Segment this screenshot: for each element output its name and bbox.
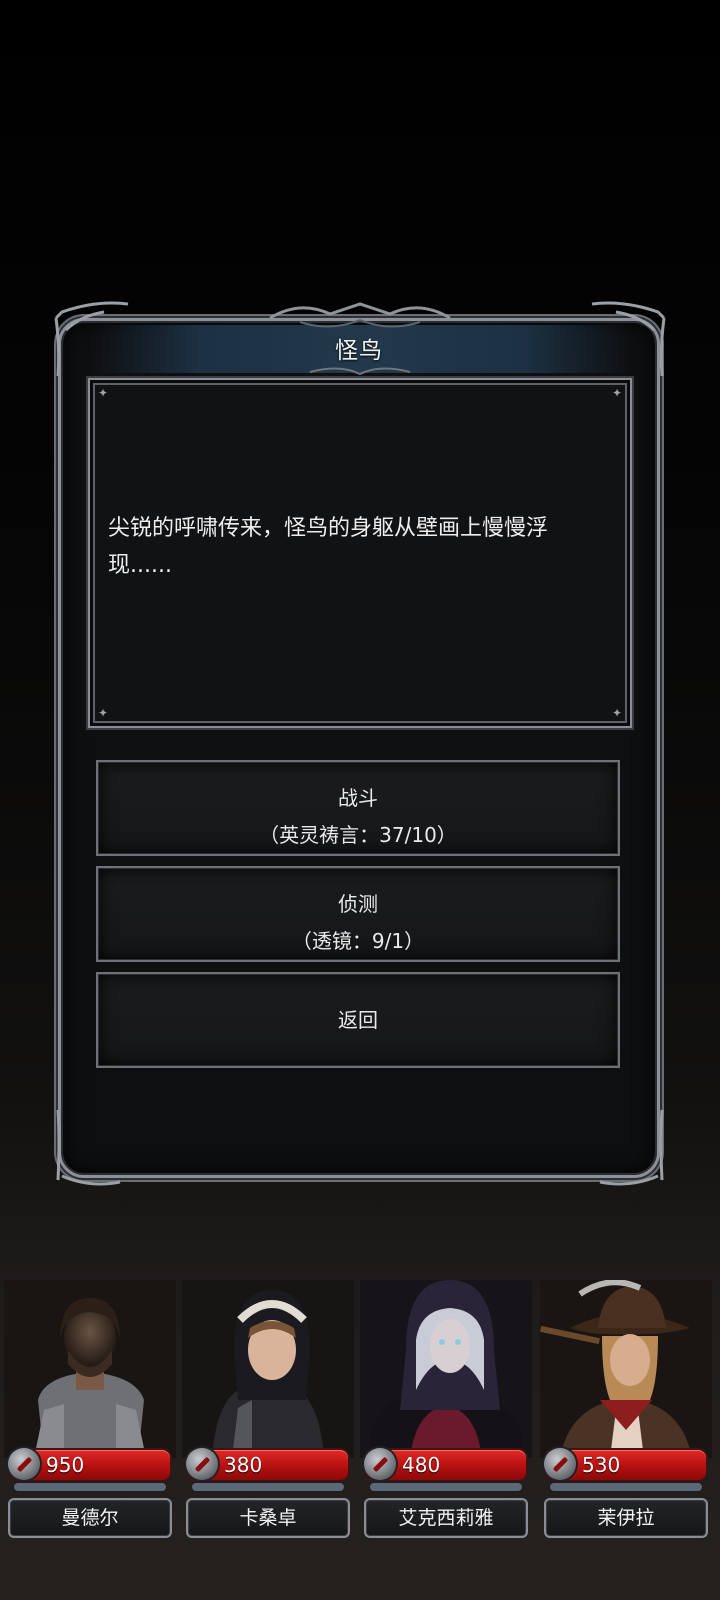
hero-name: 艾克西莉雅	[364, 1498, 528, 1538]
sparkle-icon: ✦	[612, 706, 623, 720]
sparkle-icon: ✦	[98, 706, 109, 720]
hp-value: 380	[224, 1453, 263, 1477]
option-cost: （透镜：9/1）	[291, 929, 425, 953]
mp-bar	[370, 1483, 522, 1491]
hero-card[interactable]: 480 艾克西莉雅	[360, 1280, 532, 1546]
hero-portrait	[182, 1280, 354, 1458]
health-icon	[544, 1448, 576, 1480]
option-label: 战斗	[338, 786, 378, 810]
option-cost: （英灵祷言：37/10）	[259, 823, 457, 847]
sparkle-icon: ✦	[612, 386, 623, 400]
hp-bar: 950	[8, 1448, 170, 1480]
hp-bar: 530	[544, 1448, 706, 1480]
mp-bar	[14, 1483, 166, 1491]
hero-card[interactable]: 530 茉伊拉	[540, 1280, 712, 1546]
detect-option-button[interactable]: 侦测 （透镜：9/1）	[96, 866, 620, 962]
hero-name: 卡桑卓	[186, 1498, 350, 1538]
health-icon	[186, 1448, 218, 1480]
return-option-button[interactable]: 返回	[96, 972, 620, 1068]
hero-portrait	[360, 1280, 532, 1458]
mp-bar	[550, 1483, 702, 1491]
hero-name: 曼德尔	[8, 1498, 172, 1538]
health-icon	[8, 1448, 40, 1480]
story-panel: ✦ ✦ ✦ ✦ 尖锐的呼啸传来，怪鸟的身躯从壁画上慢慢浮现......	[88, 378, 632, 728]
hp-bar: 380	[186, 1448, 348, 1480]
hp-bar: 480	[364, 1448, 526, 1480]
fight-option-button[interactable]: 战斗 （英灵祷言：37/10）	[96, 760, 620, 856]
mp-bar	[192, 1483, 344, 1491]
hero-card[interactable]: 380 卡桑卓	[182, 1280, 354, 1546]
hero-portrait	[540, 1280, 712, 1458]
option-label: 返回	[338, 1008, 378, 1032]
hp-value: 530	[582, 1453, 621, 1477]
health-icon	[364, 1448, 396, 1480]
hp-value: 950	[46, 1453, 85, 1477]
sparkle-icon: ✦	[98, 386, 109, 400]
hero-portrait	[4, 1280, 176, 1458]
story-text: 尖锐的呼啸传来，怪鸟的身躯从壁画上慢慢浮现......	[108, 516, 549, 578]
hp-value: 480	[402, 1453, 441, 1477]
option-label: 侦测	[338, 892, 378, 916]
hero-name: 茉伊拉	[544, 1498, 708, 1538]
dialog-title: 怪鸟	[335, 338, 383, 364]
hero-card[interactable]: 950 曼德尔	[4, 1280, 176, 1546]
